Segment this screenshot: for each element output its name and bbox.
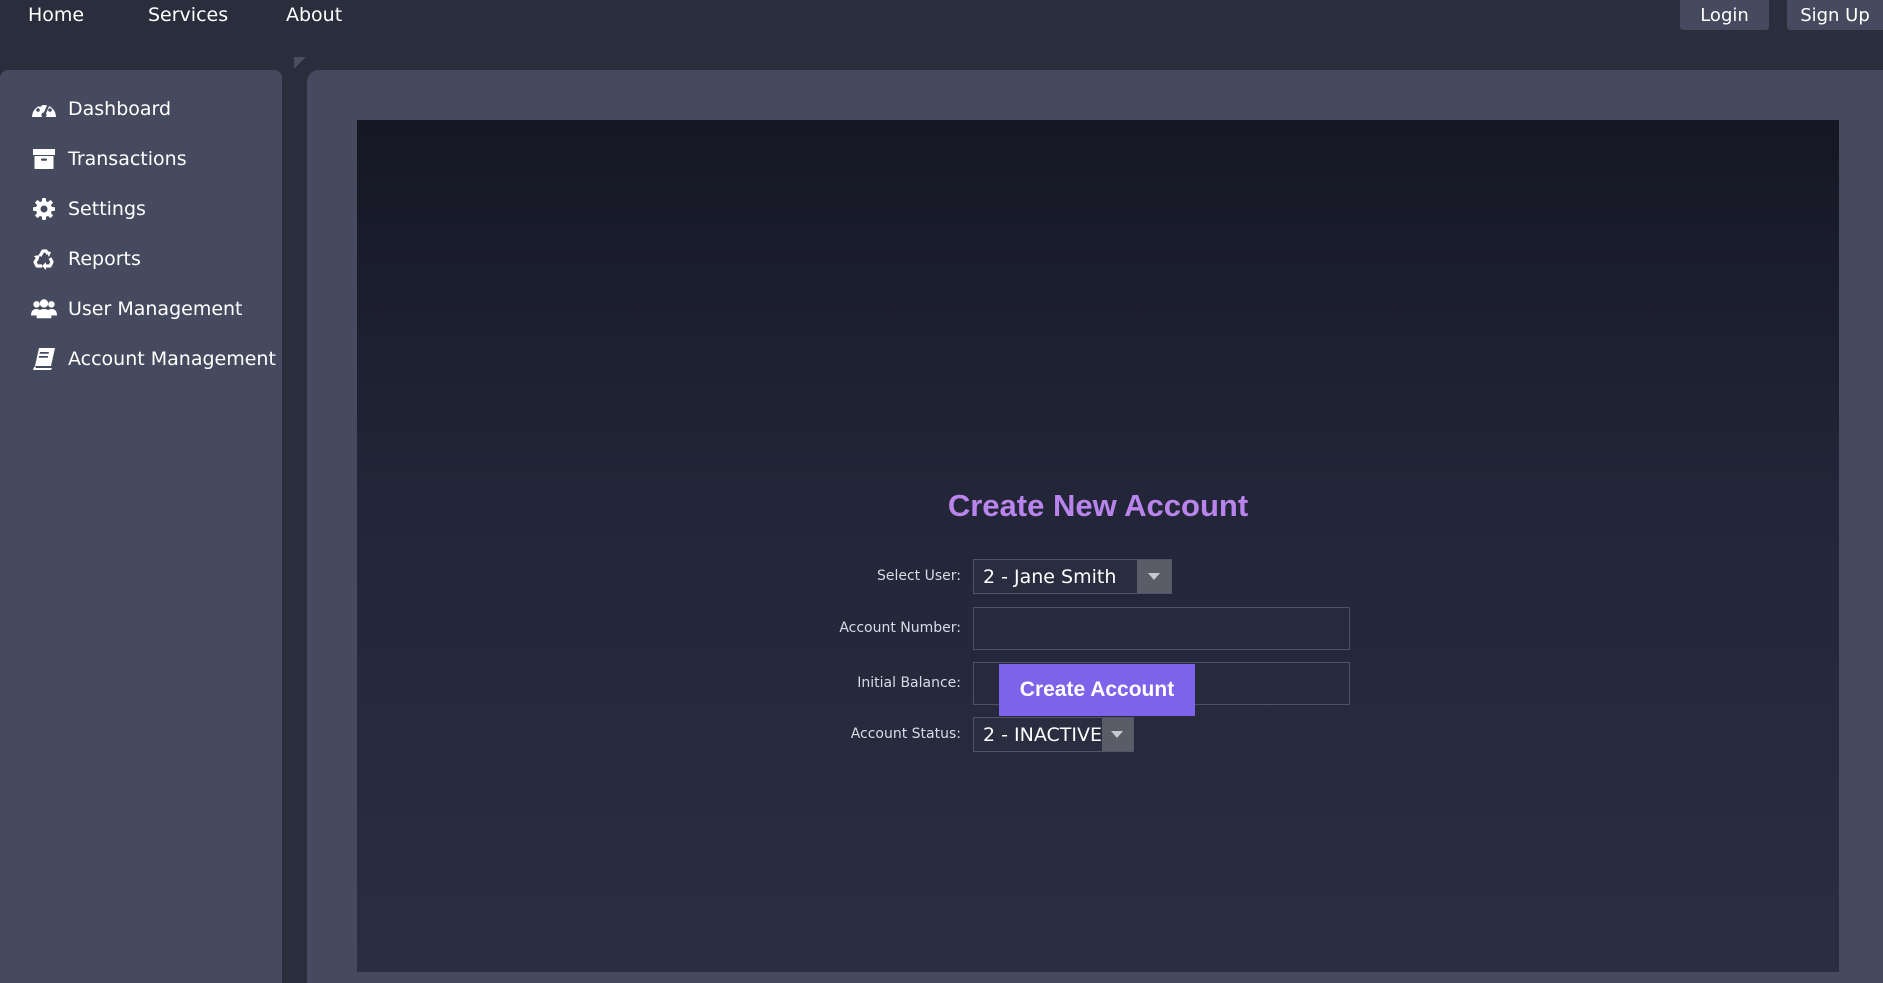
sidebar-item-settings[interactable]: Settings (31, 193, 146, 225)
chevron-down-icon[interactable] (1137, 560, 1171, 593)
create-account-button[interactable]: Create Account (999, 664, 1195, 716)
users-icon (31, 296, 57, 322)
archive-box-icon (31, 146, 57, 172)
sidebar-item-label: User Management (68, 298, 243, 320)
panel-corner-marker (294, 57, 306, 69)
dashboard-gauge-icon (31, 96, 57, 122)
chevron-down-icon[interactable] (1101, 718, 1133, 751)
account-status-value: 2 - INACTIVE (983, 723, 1102, 746)
sidebar-item-dashboard[interactable]: Dashboard (31, 93, 171, 125)
account-status-dropdown[interactable]: 2 - INACTIVE (973, 717, 1134, 752)
account-status-label: Account Status: (850, 726, 961, 742)
gear-icon (31, 196, 57, 222)
sidebar-item-reports[interactable]: Reports (31, 243, 141, 275)
page-title: Create New Account (947, 488, 1249, 523)
select-user-label: Select User: (876, 568, 961, 584)
account-number-input[interactable] (973, 607, 1350, 650)
select-user-value: 2 - Jane Smith (983, 565, 1117, 588)
book-icon (31, 346, 57, 372)
sidebar-item-label: Account Management (68, 348, 276, 370)
sidebar: Dashboard Transactions Settings Reports … (0, 70, 282, 983)
sidebar-item-label: Reports (68, 248, 141, 270)
select-user-dropdown[interactable]: 2 - Jane Smith (973, 559, 1172, 594)
top-navbar: Home Services About Login Sign Up (0, 0, 1883, 34)
nav-link-home[interactable]: Home (28, 4, 84, 26)
sidebar-item-user-management[interactable]: User Management (31, 293, 243, 325)
sidebar-item-label: Transactions (68, 148, 187, 170)
recycle-icon (31, 246, 57, 272)
sidebar-item-transactions[interactable]: Transactions (31, 143, 187, 175)
sidebar-item-label: Dashboard (68, 98, 172, 120)
nav-link-about[interactable]: About (286, 4, 342, 26)
sidebar-item-account-management[interactable]: Account Management (31, 343, 276, 375)
account-number-label: Account Number: (839, 620, 961, 636)
login-button[interactable]: Login (1680, 0, 1769, 30)
create-account-panel: Create New Account Select User: 2 - Jane… (357, 120, 1839, 972)
signup-button[interactable]: Sign Up (1787, 0, 1883, 30)
initial-balance-label: Initial Balance: (857, 675, 961, 691)
nav-link-services[interactable]: Services (148, 4, 228, 26)
sidebar-item-label: Settings (68, 198, 146, 220)
